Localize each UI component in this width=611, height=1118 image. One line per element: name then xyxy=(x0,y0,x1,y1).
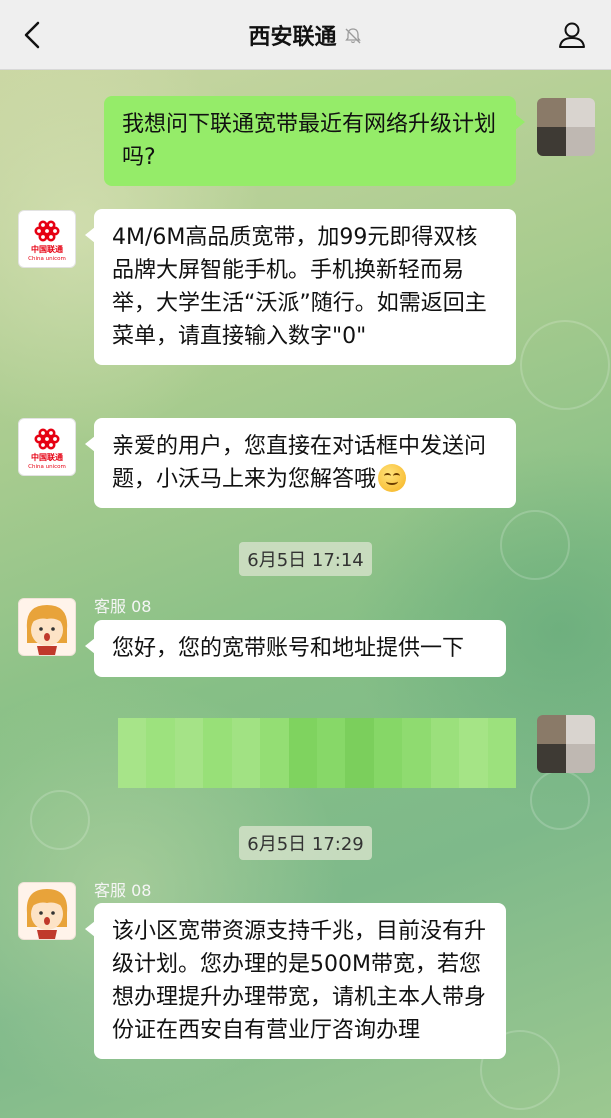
message-bubble-other[interactable]: 亲爱的用户，您直接在对话框中发送问题，小沃马上来为您解答哦 xyxy=(85,418,516,508)
message-text: 我想问下联通宽带最近有网络升级计划吗? xyxy=(122,112,497,170)
nav-bar: 西安联通 xyxy=(0,0,611,70)
cartoon-girl-icon xyxy=(26,605,68,655)
message-text: 亲爱的用户，您直接在对话框中发送问题，小沃马上来为您解答哦 xyxy=(112,434,487,492)
person-icon xyxy=(559,22,585,48)
message-bubble-other[interactable]: 该小区宽带资源支持千兆，目前没有升级计划。您办理的是500M带宽，若您想办理提升… xyxy=(85,903,506,1059)
background-doodle xyxy=(520,320,610,410)
timestamp-label: 6月5日 17:14 xyxy=(239,542,372,576)
message-bubble-self[interactable]: 我想问下联通宽带最近有网络升级计划吗? xyxy=(104,96,525,186)
cartoon-girl-icon xyxy=(26,889,68,939)
agent-avatar[interactable] xyxy=(18,598,76,656)
timestamp: 6月5日 17:29 xyxy=(0,826,611,860)
unicom-avatar[interactable]: 中国联通 China unicom xyxy=(18,418,76,476)
message-text: 您好，您的宽带账号和地址提供一下 xyxy=(112,636,465,661)
unicom-logo-cn: 中国联通 xyxy=(31,452,63,462)
message-text: 该小区宽带资源支持千兆，目前没有升级计划。您办理的是500M带宽，若您想办理提升… xyxy=(112,919,487,1043)
message-text: 4M/6M高品质宽带，加99元即得双核品牌大屏智能手机。手机换新轻而易举，大学生… xyxy=(112,225,487,349)
sender-name: 客服 08 xyxy=(94,881,152,900)
timestamp-label: 6月5日 17:29 xyxy=(239,826,372,860)
chat-title: 西安联通 xyxy=(248,25,337,50)
unicom-logo-cn: 中国联通 xyxy=(31,244,63,254)
message-bubble-other[interactable]: 您好，您的宽带账号和地址提供一下 xyxy=(85,620,506,677)
sender-name: 客服 08 xyxy=(94,597,152,616)
self-avatar[interactable] xyxy=(537,98,595,156)
nav-title-area: 西安联通 xyxy=(0,0,611,70)
unicom-logo-en: China unicom xyxy=(28,256,66,262)
background-doodle xyxy=(530,770,590,830)
agent-avatar[interactable] xyxy=(18,882,76,940)
self-avatar[interactable] xyxy=(537,715,595,773)
bell-off-icon xyxy=(344,28,361,44)
redacted-message-bubble[interactable] xyxy=(118,718,516,788)
chat-info-button[interactable] xyxy=(557,20,587,50)
china-unicom-logo-icon: 中国联通 China unicom xyxy=(28,428,66,470)
smile-emoji-icon xyxy=(378,464,407,492)
unicom-logo-en: China unicom xyxy=(28,464,66,470)
message-bubble-other[interactable]: 4M/6M高品质宽带，加99元即得双核品牌大屏智能手机。手机换新轻而易举，大学生… xyxy=(85,209,516,365)
china-unicom-logo-icon: 中国联通 China unicom xyxy=(28,220,66,262)
timestamp: 6月5日 17:14 xyxy=(0,542,611,576)
unicom-avatar[interactable]: 中国联通 China unicom xyxy=(18,210,76,268)
